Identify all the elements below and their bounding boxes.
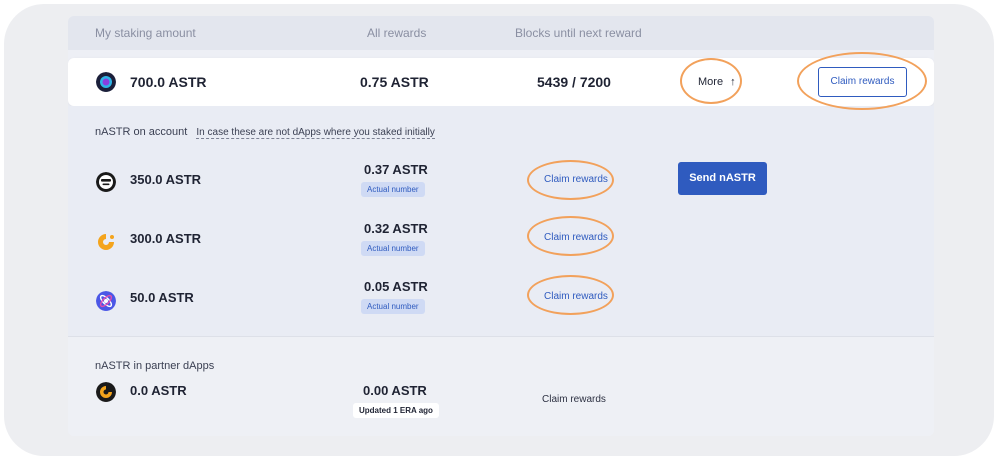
account-row-3-badge: Actual number	[361, 299, 425, 314]
more-toggle[interactable]: More ↑	[698, 76, 736, 88]
orange-c-icon	[98, 234, 114, 250]
monkey-icon	[96, 172, 116, 192]
account-row-1-claim-link[interactable]: Claim rewards	[544, 174, 608, 185]
account-row-1-amount: 350.0 ASTR	[130, 172, 202, 187]
nastr-account-hint: In case these are not dApps where you st…	[196, 127, 435, 139]
arrow-up-icon: ↑	[730, 76, 736, 88]
table-header: My staking amount All rewards Blocks unt…	[68, 16, 934, 50]
partner-title: nASTR in partner dApps	[95, 360, 215, 372]
account-row-1-badge: Actual number	[361, 182, 425, 197]
account-row-3-reward: 0.05 ASTR	[364, 279, 428, 294]
header-all-rewards: All rewards	[367, 26, 427, 40]
account-row-3-amount: 50.0 ASTR	[130, 290, 194, 305]
partner-claim-rewards: Claim rewards	[542, 394, 606, 405]
account-row-2-amount: 300.0 ASTR	[130, 231, 202, 246]
staking-amount: 700.0 ASTR	[130, 74, 207, 90]
account-row-3-claim-link[interactable]: Claim rewards	[544, 291, 608, 302]
nastr-account-title: nASTR on account	[95, 126, 188, 138]
nastr-account-caption: nASTR on account In case these are not d…	[95, 126, 435, 139]
partner-amount: 0.0 ASTR	[130, 383, 187, 398]
claim-rewards-button-main[interactable]: Claim rewards	[818, 67, 907, 97]
nastr-partner-section: nASTR in partner dApps 0.0 ASTR 0.00 AST…	[68, 336, 934, 436]
blue-atom-icon	[96, 291, 116, 311]
account-row-2-badge: Actual number	[361, 241, 425, 256]
astar-icon	[96, 72, 116, 92]
partner-reward: 0.00 ASTR	[363, 383, 427, 398]
more-label: More	[698, 76, 724, 88]
account-row-1-reward: 0.37 ASTR	[364, 162, 428, 177]
main-staking-row: 700.0 ASTR 0.75 ASTR 5439 / 7200 More ↑ …	[68, 58, 934, 106]
staking-panel: My staking amount All rewards Blocks unt…	[68, 16, 934, 436]
partner-updated-badge: Updated 1 ERA ago	[353, 403, 439, 418]
nastr-on-account-section: nASTR on account In case these are not d…	[68, 106, 934, 352]
account-row-2-claim-link[interactable]: Claim rewards	[544, 232, 608, 243]
header-staking-amount: My staking amount	[95, 26, 196, 40]
all-rewards-value: 0.75 ASTR	[360, 74, 429, 90]
blocks-until-next-reward: 5439 / 7200	[537, 74, 611, 90]
partner-dapp-icon	[96, 382, 116, 402]
send-nastr-button[interactable]: Send nASTR	[678, 162, 767, 195]
account-row-2-reward: 0.32 ASTR	[364, 221, 428, 236]
header-blocks: Blocks until next reward	[515, 26, 642, 40]
